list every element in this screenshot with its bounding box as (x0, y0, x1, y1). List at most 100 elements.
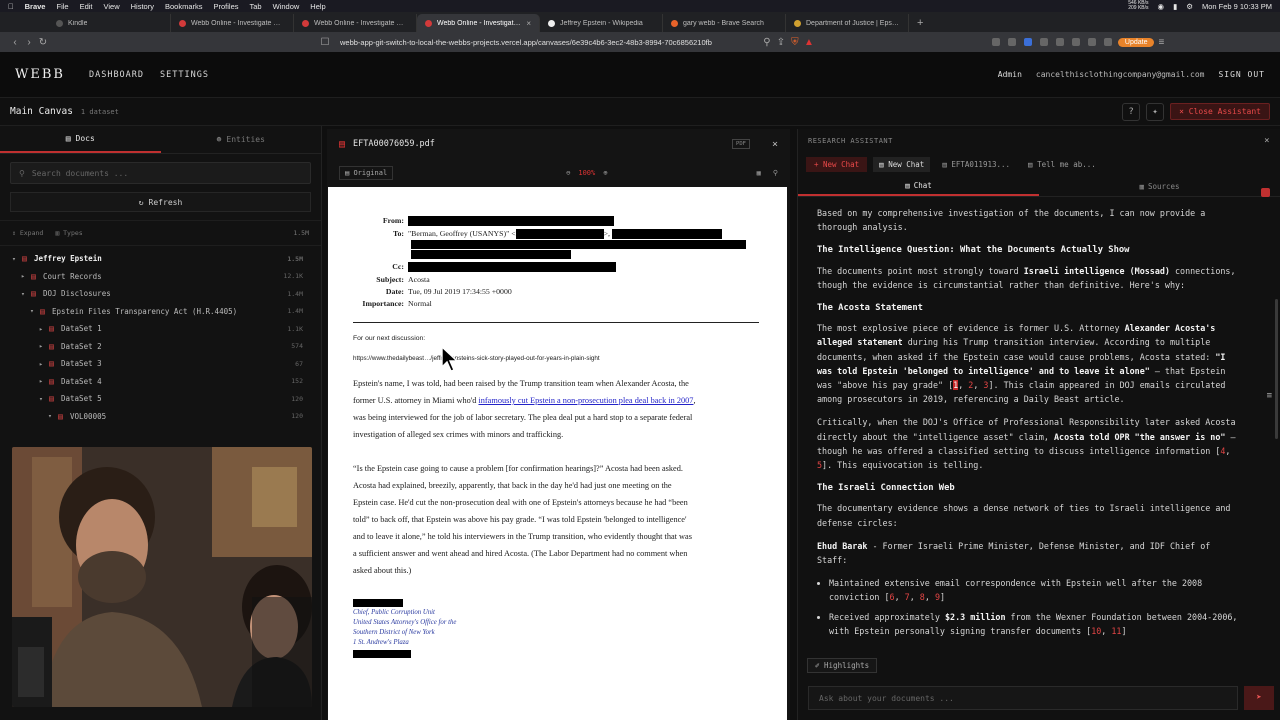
clock[interactable]: Mon Feb 9 10:33 PM (1202, 2, 1272, 11)
zoom-in-icon[interactable]: ⊕ (603, 169, 607, 177)
chevron-right-icon[interactable]: ▸ (39, 360, 49, 368)
browser-tab[interactable]: Webb Online - Investigate Documents (171, 14, 294, 32)
brave-shield-icon[interactable]: ⛨ (788, 37, 802, 48)
apple-icon[interactable]:  (8, 2, 14, 11)
menu-tab[interactable]: Tab (250, 2, 262, 11)
citation[interactable]: 6 (890, 592, 895, 602)
menu-profiles[interactable]: Profiles (214, 2, 239, 11)
menu-file[interactable]: File (56, 2, 68, 11)
citation[interactable]: 7 (905, 592, 910, 602)
chat-tab-efta[interactable]: ▤ EFTA011913... (936, 157, 1016, 172)
citation[interactable]: 2 (968, 380, 973, 390)
notification-badge[interactable] (1261, 188, 1270, 197)
browser-tab[interactable]: Department of Justice | Epstein Lib... (786, 14, 909, 32)
wallet-icon[interactable] (1103, 38, 1112, 46)
browser-tab[interactable]: Jeffrey Epstein - Wikipedia (540, 14, 663, 32)
chat-tab-tell-me[interactable]: ▤ Tell me ab... (1022, 157, 1102, 172)
tree-item[interactable]: ▾ ▤ VOL00005 120 (0, 408, 321, 426)
extension-icon[interactable] (1007, 38, 1016, 46)
chat-tab-new[interactable]: ▤ New Chat (873, 156, 931, 172)
new-tab-icon[interactable]: + (909, 17, 931, 32)
url-field[interactable]: webb-app-git-switch-to-local-the-webbs-p… (340, 38, 712, 47)
wifi-icon[interactable]: ◉ (1158, 2, 1165, 11)
list-icon[interactable]: ≡ (1267, 391, 1272, 401)
tab-sources[interactable]: ▦ Sources (1039, 177, 1280, 196)
extension-icon[interactable] (1055, 38, 1064, 46)
browser-tab[interactable]: Kindle (48, 14, 171, 32)
battery-icon[interactable]: ▮ (1173, 2, 1177, 11)
nav-dashboard[interactable]: DASHBOARD (89, 70, 144, 80)
types-button[interactable]: ▥ Types (55, 229, 82, 237)
original-button[interactable]: ▤ Original (339, 166, 394, 180)
zoom-icon[interactable]: ⚲ (760, 37, 774, 48)
menu-view[interactable]: View (104, 2, 120, 11)
tab-entities[interactable]: ☻ Entities (161, 126, 322, 153)
search-documents-input[interactable]: ⚲ Search documents ... (10, 162, 311, 184)
browser-tab[interactable]: Webb Online - Investigate Docum... (294, 14, 417, 32)
citation[interactable]: 4 (1220, 446, 1225, 456)
menu-help[interactable]: Help (310, 2, 325, 11)
close-assistant-icon[interactable]: × (1264, 136, 1270, 146)
refresh-button[interactable]: ↻ Refresh (10, 192, 311, 212)
new-chat-button[interactable]: + New Chat (806, 156, 868, 172)
chevron-right-icon[interactable]: ▸ (21, 272, 31, 280)
share-icon[interactable]: ⇪ (774, 37, 788, 48)
sidebar-icon[interactable] (1087, 38, 1096, 46)
citation[interactable]: 10 (1091, 626, 1101, 636)
chevron-right-icon[interactable]: ▸ (39, 377, 49, 385)
citation[interactable]: 11 (1111, 626, 1121, 636)
broom-icon[interactable]: ✦ (1146, 102, 1165, 121)
bookmark-icon[interactable]: ☐ (318, 37, 332, 48)
brave-rewards-icon[interactable]: ▲ (802, 37, 816, 48)
ask-input[interactable]: Ask about your documents ... (808, 686, 1238, 710)
extension-icon[interactable] (1039, 38, 1048, 46)
tree-item[interactable]: ▾ ▤ DataSet 5 120 (0, 390, 321, 408)
pin-icon[interactable]: ⚲ (773, 169, 778, 177)
tree-item[interactable]: ▸ ▤ Court Records 12.1K (0, 268, 321, 286)
menu-icon[interactable]: ≡ (1154, 37, 1168, 48)
tree-item[interactable]: ▸ ▤ DataSet 4 152 (0, 373, 321, 391)
chevron-down-icon[interactable]: ▾ (39, 395, 49, 403)
extension-icon[interactable] (991, 38, 1000, 46)
chevron-right-icon[interactable]: ▸ (39, 342, 49, 350)
back-icon[interactable]: ‹ (8, 37, 22, 48)
tree-item[interactable]: ▾ ▤ DOJ Disclosures 1.4M (0, 285, 321, 303)
close-assistant-button[interactable]: × Close Assistant (1170, 103, 1270, 120)
update-button[interactable]: Update (1117, 37, 1155, 47)
chevron-down-icon[interactable]: ▾ (48, 412, 58, 420)
tree-item[interactable]: ▾ ▤ Jeffrey Epstein 1.5M (0, 250, 321, 268)
forward-icon[interactable]: › (22, 37, 36, 48)
tree-item[interactable]: ▸ ▤ DataSet 1 1.1K (0, 320, 321, 338)
tree-item[interactable]: ▸ ▤ DataSet 3 67 (0, 355, 321, 373)
chevron-down-icon[interactable]: ▾ (12, 255, 22, 263)
control-center-icon[interactable]: ⚙ (1186, 2, 1193, 11)
menu-edit[interactable]: Edit (80, 2, 93, 11)
citation[interactable]: 8 (920, 592, 925, 602)
app-logo[interactable]: WEBB (15, 67, 65, 82)
menu-history[interactable]: History (131, 2, 154, 11)
sign-out-button[interactable]: SIGN OUT (1218, 70, 1265, 79)
chevron-down-icon[interactable]: ▾ (30, 307, 40, 315)
chevron-right-icon[interactable]: ▸ (39, 325, 49, 333)
tree-item[interactable]: ▾ ▤ Epstein Files Transparency Act (H.R.44… (0, 303, 321, 321)
expand-button[interactable]: ⇕ Expand (12, 229, 43, 237)
menu-window[interactable]: Window (273, 2, 300, 11)
help-icon[interactable]: ? (1122, 102, 1141, 121)
tab-docs[interactable]: ▤ Docs (0, 126, 161, 153)
close-tab-icon[interactable]: × (526, 19, 531, 28)
extension-icon[interactable] (1023, 38, 1032, 46)
menu-app-name[interactable]: Brave (25, 2, 46, 11)
comment-icon[interactable]: ▦ (757, 169, 761, 177)
send-icon[interactable]: ➤ (1244, 686, 1274, 710)
tab-chat[interactable]: ▤ Chat (798, 177, 1039, 196)
browser-tab[interactable]: gary webb - Brave Search (663, 14, 786, 32)
extension-icon[interactable] (1071, 38, 1080, 46)
citation[interactable]: 1 (953, 380, 959, 391)
scrollbar[interactable] (1275, 299, 1278, 439)
email-link[interactable]: https://www.thedailybeast…/jeffrey-epste… (353, 350, 763, 367)
nav-settings[interactable]: SETTINGS (160, 70, 209, 80)
menu-bookmarks[interactable]: Bookmarks (165, 2, 203, 11)
highlights-button[interactable]: ✐ Highlights (807, 658, 878, 673)
plea-deal-link[interactable]: infamously cut Epstein a non-prosecution… (478, 396, 693, 405)
reload-icon[interactable]: ↻ (36, 37, 50, 48)
